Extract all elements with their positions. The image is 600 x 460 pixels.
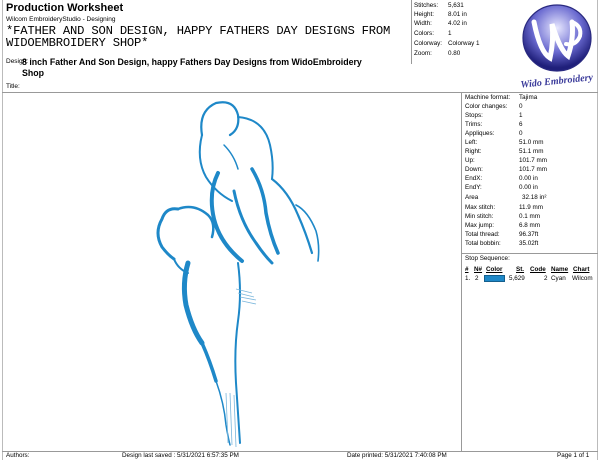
info-key: Machine format: xyxy=(465,94,511,101)
stat-value: 1 xyxy=(448,30,452,37)
info-key: Up: xyxy=(465,157,475,164)
design-preview xyxy=(2,93,461,451)
info-value: 0.00 in xyxy=(519,184,538,191)
footer-authors: Authors: xyxy=(6,452,30,459)
father-son-embroidery-artwork xyxy=(156,101,320,448)
info-key: Down: xyxy=(465,166,483,173)
info-value: 0 xyxy=(519,103,523,110)
design-description: 8 inch Father And Son Design, happy Fath… xyxy=(22,57,362,78)
stat-value: 5,631 xyxy=(448,2,464,9)
footer-date-printed: Date printed: 5/31/2021 7:40:08 PM xyxy=(347,452,447,459)
info-value: 6.8 mm xyxy=(519,222,540,229)
wido-embroidery-logo: Wido Embroidery xyxy=(516,0,598,91)
stop-row-code: 2 xyxy=(544,275,548,282)
production-worksheet: Production Worksheet Wilcom EmbroiderySt… xyxy=(0,0,600,460)
info-key: Stops: xyxy=(465,112,483,119)
footer-divider xyxy=(2,451,598,452)
info-key: EndY: xyxy=(465,184,482,191)
info-key: Right: xyxy=(465,148,482,155)
stop-header-n: N# xyxy=(474,266,483,273)
info-key: Trims: xyxy=(465,121,483,128)
info-value: 0.1 mm xyxy=(519,213,540,220)
info-key: Total thread: xyxy=(465,231,500,238)
stop-header-stitches: St. xyxy=(516,266,525,273)
stop-header-name: Name xyxy=(551,266,569,273)
title-label: Title: xyxy=(6,83,20,90)
stop-sequence-title: Stop Sequence: xyxy=(465,255,510,262)
stat-value: 8.01 in xyxy=(448,11,467,18)
info-value: 101.7 mm xyxy=(519,166,547,173)
design-name-mono: *FATHER AND SON DESIGN, HAPPY FATHERS DA… xyxy=(6,24,391,50)
stop-row-stitches: 5,629 xyxy=(509,275,525,282)
stat-key: Stitches: xyxy=(414,2,439,9)
info-key: Max stitch: xyxy=(465,204,496,211)
stat-key: Height: xyxy=(414,11,434,18)
footer-page-number: Page 1 of 1 xyxy=(557,452,590,459)
info-divider xyxy=(461,93,462,451)
stop-sequence-divider xyxy=(462,253,598,254)
info-value: Tajima xyxy=(519,94,538,101)
stop-header-chart: Chart xyxy=(573,266,590,273)
info-key: Left: xyxy=(465,139,478,146)
stop-row-num: 1. xyxy=(465,275,471,282)
info-value: 96.37ft xyxy=(519,231,539,238)
design-stats: Stitches: 5,631 Height: 8.01 in Width: 4.02… xyxy=(411,0,518,64)
stop-header-color: Color xyxy=(486,266,503,273)
stop-row-name: Cyan xyxy=(551,275,566,282)
info-key: Min stitch: xyxy=(465,213,494,220)
info-key: Appliques: xyxy=(465,130,495,137)
info-value: 11.9 mm xyxy=(519,204,544,211)
info-value: 0 xyxy=(519,130,523,137)
info-value: 6 xyxy=(519,121,523,128)
info-value: 101.7 mm xyxy=(519,157,547,164)
info-key: Total bobbin: xyxy=(465,240,501,247)
software-subtitle: Wilcom EmbroideryStudio - Designing xyxy=(6,16,116,23)
footer-last-saved: Design last saved : 5/31/2021 6:57:35 PM xyxy=(122,452,239,459)
info-value: 35.02ft xyxy=(519,240,539,247)
stop-header-num: # xyxy=(465,266,469,273)
info-value: 51.0 mm xyxy=(519,139,544,146)
stat-key: Colorway: xyxy=(414,40,442,47)
logo-wordmark: Wido Embroidery xyxy=(520,72,594,90)
info-value: 0.00 in xyxy=(519,175,538,182)
info-value: 51.1 mm xyxy=(519,148,544,155)
info-key: EndX: xyxy=(465,175,483,182)
stat-key: Colors: xyxy=(414,30,434,37)
stat-value: 0.80 xyxy=(448,50,461,57)
stop-header-code: Code xyxy=(530,266,546,273)
stat-value: 4.02 in xyxy=(448,20,467,27)
info-value: 32.18 in² xyxy=(522,194,547,201)
logo-graphic: Wido Embroidery xyxy=(520,4,594,91)
stat-key: Zoom: xyxy=(414,50,432,57)
stat-key: Width: xyxy=(414,20,432,27)
stop-row-n: 2 xyxy=(475,275,479,282)
stat-value: Colorway 1 xyxy=(448,40,480,47)
info-value: 1 xyxy=(519,112,523,119)
page-title: Production Worksheet xyxy=(6,2,124,14)
info-key: Color changes: xyxy=(465,103,508,110)
stop-row-chart: Wilcom xyxy=(572,275,593,282)
info-key: Max jump: xyxy=(465,222,495,229)
thread-color-swatch xyxy=(484,275,505,282)
info-key: Area xyxy=(465,194,479,201)
